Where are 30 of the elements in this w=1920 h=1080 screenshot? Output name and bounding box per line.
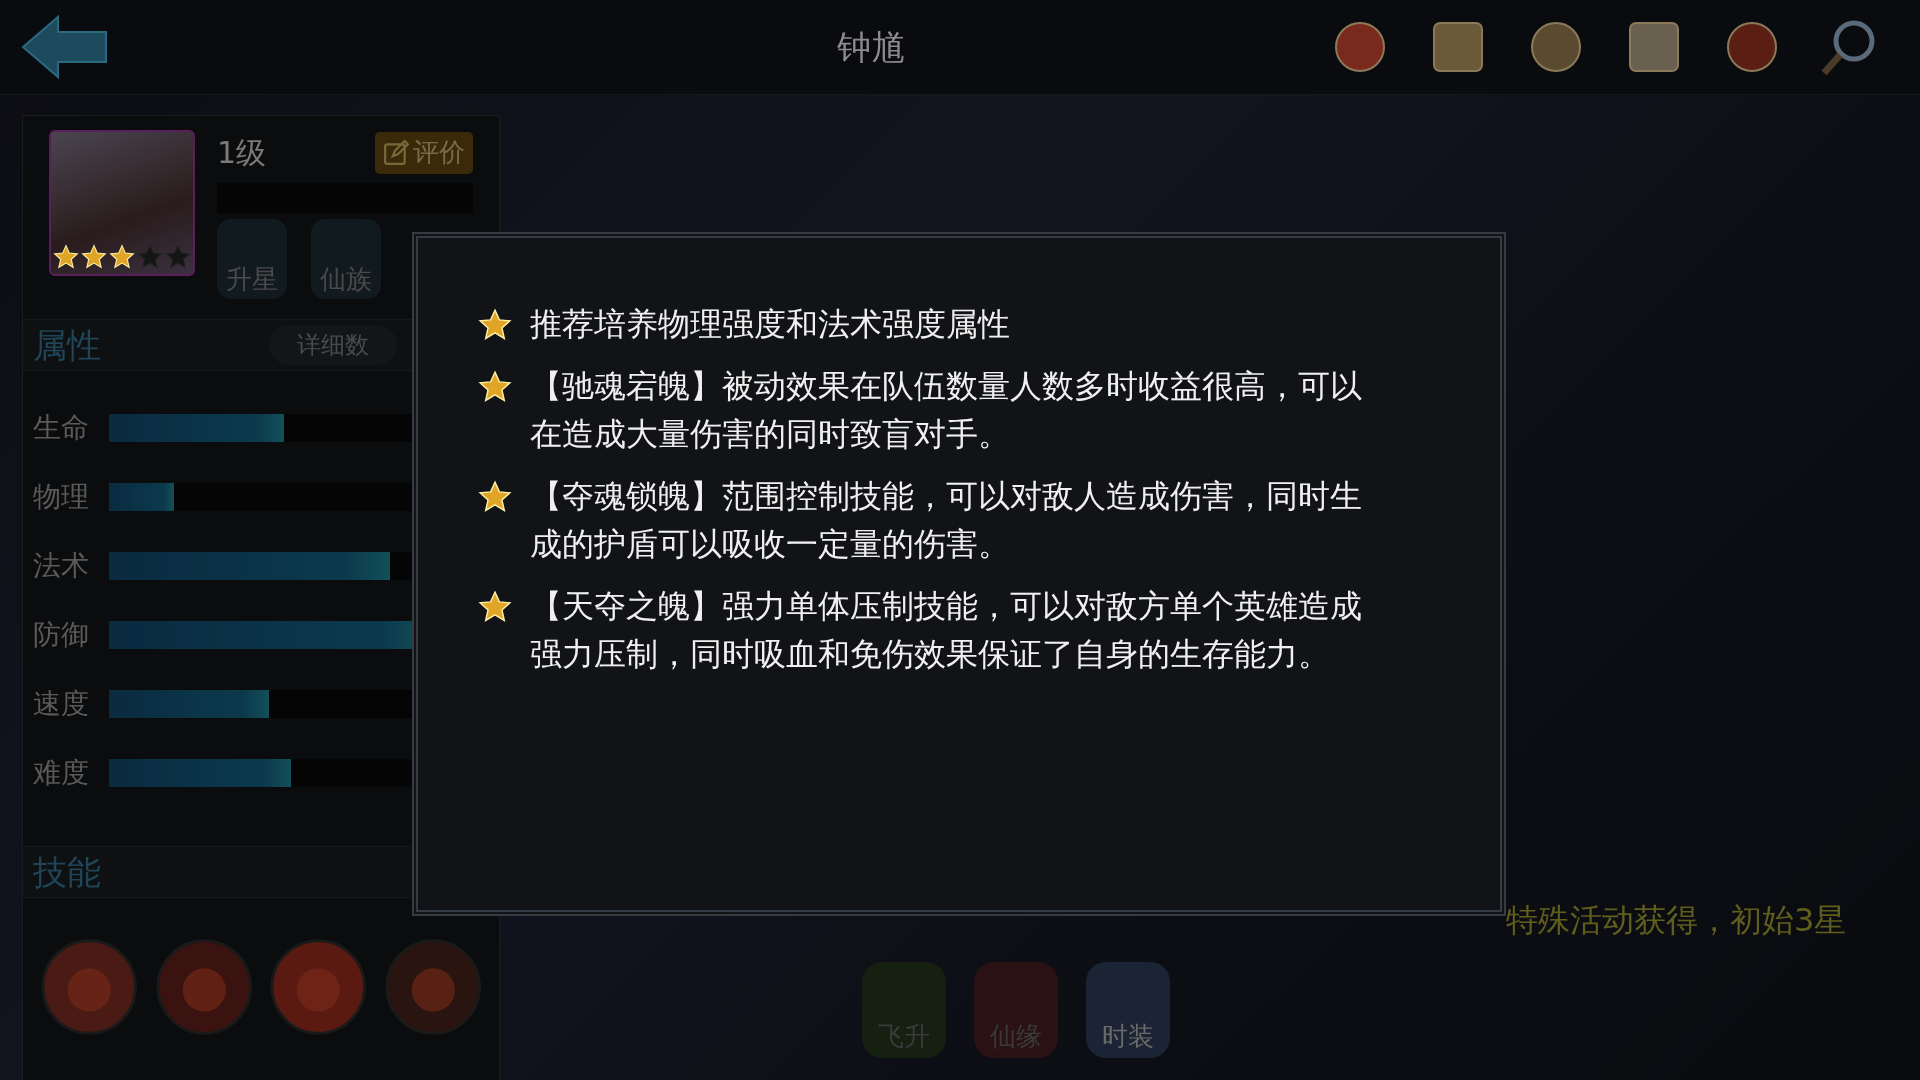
tip-text: 推荐培养物理强度和法术强度属性 [530,304,1011,345]
star-icon [478,308,512,342]
stat-label: 法术 [33,548,89,584]
tip-text: 【天夺之魄】强力单体压制技能，可以对敌方单个英雄造成强力压制，同时吸血和免伤效果保证了自身的生存能力。 [530,586,1363,675]
skills-title: 技能 [33,850,101,894]
star-icon [478,480,512,514]
hero-name-title: 钟馗 [836,25,905,69]
tip-text: 【驰魂宕魄】被动效果在队伍数量人数多时收益很高，可以在造成大量伤害的同时致盲对手。 [530,366,1363,455]
level-label: 1级 [217,134,267,172]
star-icon [81,244,107,270]
badge-button[interactable]: 仙族 [311,219,381,299]
star-icon [137,244,163,270]
edit-icon [383,139,409,166]
bottom-tab[interactable]: 时装 [1086,962,1170,1058]
stat-label: 难度 [33,755,89,791]
rate-button[interactable]: 评价 [375,131,473,174]
star-icon [165,244,191,270]
stat-label: 生命 [33,410,89,446]
stat-label: 物理 [33,479,89,515]
stat-label: 速度 [33,686,89,722]
star-icon [478,370,512,404]
badge-button[interactable]: 升星 [217,219,287,299]
stat-label: 防御 [33,617,89,653]
star-icon [478,590,512,624]
obtain-note: 特殊活动获得，初始3星 [1506,900,1847,941]
star-icon [109,244,135,270]
attributes-title: 属性 [33,323,101,367]
details-button[interactable]: 详细数 [269,325,397,365]
tip-text: 【夺魂锁魄】范围控制技能，可以对敌人造成伤害，同时生成的护盾可以吸收一定量的伤害。 [530,476,1363,565]
star-icon [53,244,79,270]
